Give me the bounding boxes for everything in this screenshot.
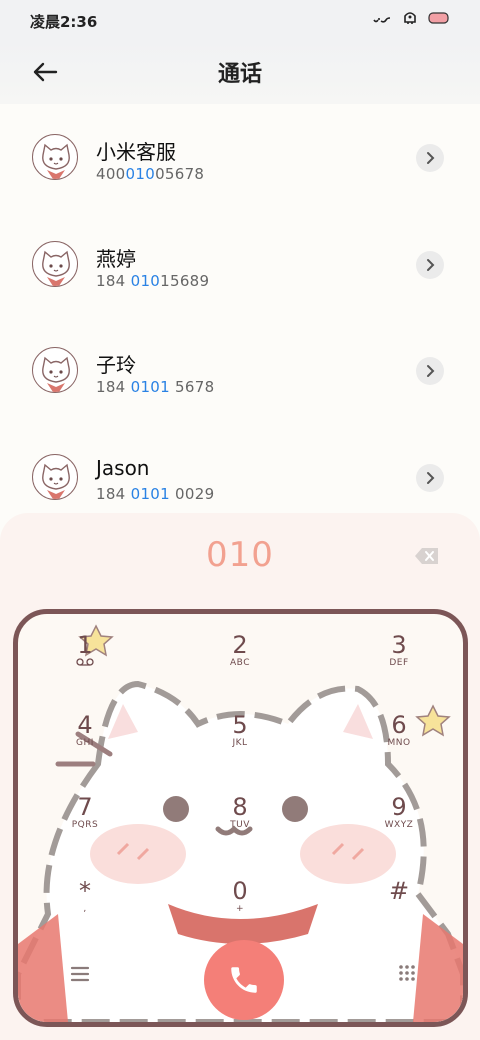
dialpad-key-6[interactable]: 6 MNO: [364, 712, 434, 766]
dialpad-key-8[interactable]: 8 TUV: [205, 794, 275, 848]
status-time: 凌晨2:36: [30, 13, 98, 31]
alarm-icon: [404, 12, 416, 24]
chevron-right-icon[interactable]: [416, 250, 444, 279]
dialpad-key-hash[interactable]: #: [364, 878, 434, 932]
contact-row[interactable]: 小米客服 40001005678: [0, 104, 480, 211]
keypad-frame: 1 2 ABC 3 DEF 4 GHI 5 JKL 6 MNO 7 PQRS 8: [13, 609, 468, 1027]
dialpad-key-3[interactable]: 3 DEF: [364, 632, 434, 686]
signal-icon: [373, 17, 391, 23]
voicemail-icon: [76, 658, 94, 666]
dialpad-key-0[interactable]: 0 +: [205, 878, 275, 932]
dial-input-display[interactable]: 010: [0, 535, 480, 575]
contact-list: 小米客服 40001005678 燕婷 184 01015689 子玲 184 …: [0, 104, 480, 530]
phone-icon: [231, 967, 257, 993]
menu-icon[interactable]: [70, 966, 90, 986]
contact-number: 184 01015689: [96, 271, 210, 290]
contact-number: 40001005678: [96, 165, 205, 183]
cat-avatar-icon: [32, 453, 78, 500]
chevron-right-icon[interactable]: [416, 463, 444, 492]
dialpad-key-star[interactable]: * ,: [50, 878, 120, 932]
chevron-right-icon[interactable]: [416, 357, 444, 385]
contact-name: 子玲: [96, 353, 136, 377]
keypad-grid-icon[interactable]: [397, 964, 417, 988]
contact-name: 小米客服: [96, 140, 176, 164]
header: 通话: [0, 42, 480, 104]
dialpad-key-4[interactable]: 4 GHI: [50, 712, 120, 766]
call-button[interactable]: [204, 940, 284, 1020]
dialer-panel: 010 1 2 ABC 3 DEF 4 GHI 5 JKL 6 MNO 7 PQ…: [0, 513, 480, 1040]
backspace-icon[interactable]: [414, 546, 440, 566]
dialpad-key-2[interactable]: 2 ABC: [205, 632, 275, 686]
status-icons: [372, 10, 450, 26]
contact-name: Jason: [96, 455, 150, 480]
cat-avatar-icon: [32, 134, 78, 180]
cat-avatar-icon: [32, 240, 78, 287]
dialpad-key-1[interactable]: 1: [50, 632, 120, 686]
status-bar: 凌晨2:36: [0, 0, 480, 42]
dialpad-key-7[interactable]: 7 PQRS: [50, 794, 120, 848]
contact-number: 184 0101 0029: [96, 484, 215, 503]
contact-row[interactable]: 燕婷 184 01015689: [0, 211, 480, 318]
contact-row[interactable]: 子玲 184 0101 5678: [0, 317, 480, 424]
cat-avatar-icon: [32, 347, 78, 393]
contact-name: 燕婷: [96, 246, 136, 271]
chevron-right-icon[interactable]: [416, 144, 444, 172]
dialpad-key-9[interactable]: 9 WXYZ: [364, 794, 434, 848]
contact-number: 184 0101 5678: [96, 378, 215, 396]
page-title: 通话: [217, 62, 262, 87]
battery-icon: [428, 12, 449, 24]
dialpad-key-5[interactable]: 5 JKL: [205, 712, 275, 766]
